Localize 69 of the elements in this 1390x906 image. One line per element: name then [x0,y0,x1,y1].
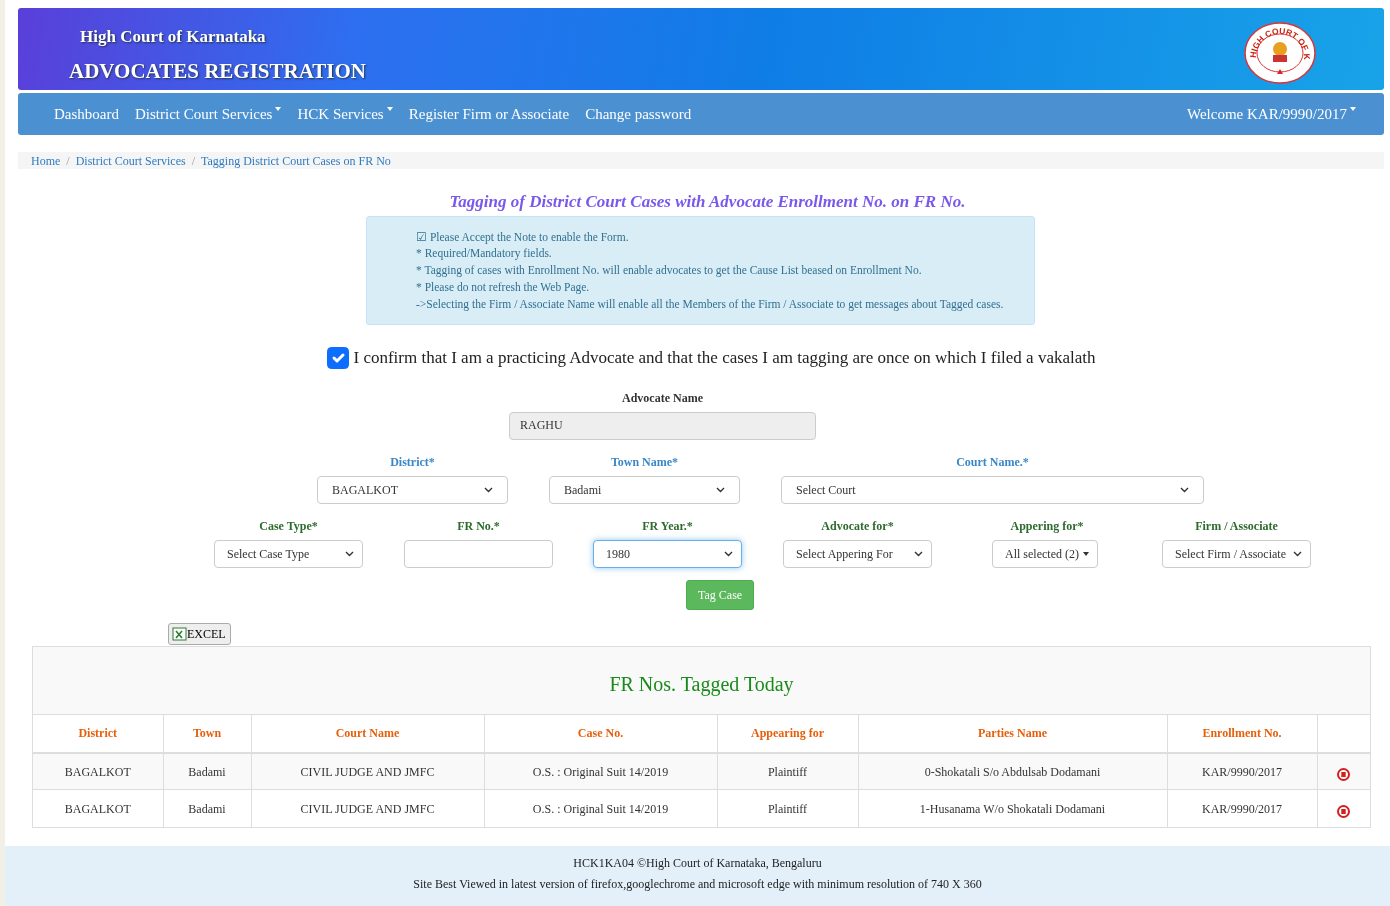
column-header: Town [163,715,251,753]
column-header: Enrollment No. [1167,715,1317,753]
field-label: Appering for* [1009,518,1085,535]
chevron-icon [716,487,725,493]
field-label: Town Name* [609,454,680,471]
field-label: Advocate Name [621,390,704,407]
table-cell: CIVIL JUDGE AND JMFC [251,753,484,790]
chevron-icon [1293,551,1302,557]
spreadsheet-icon [172,626,187,642]
footer-text: HCK1KA04 ©High Court of Karnataka, Bengaluru [572,855,823,872]
column-header: Appearing for [717,715,858,753]
chevron-icon [1180,487,1189,493]
table-cell: KAR/9990/2017 [1167,753,1317,790]
table-cell: Badami [163,790,251,827]
field-label: FR Year.* [641,518,694,535]
site-subtitle: High Court of Karnataka [80,26,267,48]
chevron-icon [914,551,923,557]
chevron-icon [345,551,354,557]
confirm-checkbox[interactable] [327,347,350,370]
breadcrumb-link[interactable]: Tagging District Court Cases on FR No [201,151,391,170]
field-label: Firm / Associate [1194,518,1279,535]
excel-button[interactable]: EXCEL [168,623,231,645]
table-cell: Badami [163,753,251,790]
note-text: * Tagging of cases with Enrollment No. will enable advocates to get the Cause List beased on Enrollment No. [416,263,923,279]
dropdown-field[interactable]: Select Appering For [783,540,932,568]
dropdown-field[interactable]: Select Court [781,476,1204,504]
table-title: FR Nos. Tagged Today [33,647,1370,715]
text-field[interactable] [404,540,553,568]
page-title: Tagging of District Court Cases with Advocate Enrollment No. on FR No. [448,191,967,213]
field-label: District* [389,454,436,471]
table-cell: KAR/9990/2017 [1167,790,1317,827]
chevron-icon [724,551,733,557]
dropdown-field[interactable]: Badami [549,476,740,504]
table-cell: CIVIL JUDGE AND JMFC [251,790,484,827]
breadcrumb-link[interactable]: Home [31,151,61,170]
table-cell: BAGALKOT [33,753,163,790]
table-cell: 0-Shokatali S/o Abdulsab Dodamani [858,753,1167,790]
breadcrumb-separator: / [65,152,71,170]
table-cell: O.S. : Original Suit 14/2019 [484,790,717,827]
table-cell: O.S. : Original Suit 14/2019 [484,753,717,790]
site-title: ADVOCATES REGISTRATION [69,57,366,85]
multiselect-button[interactable]: All selected (2) [992,540,1098,568]
table-cell: 1-Husanama W/o Shokatali Dodamani [858,790,1167,827]
table-cell: Plaintiff [717,753,858,790]
delete-icon[interactable] [1337,805,1351,819]
table-cell: BAGALKOT [33,790,163,827]
field-label: Case Type* [258,518,319,535]
confirm-label: I confirm that I am a practicing Advocate and that the cases I am tagging are once on which I filed a vakalath [353,347,1096,370]
dropdown-field[interactable]: Select Case Type [214,540,363,568]
field-label: Advocate for* [820,518,895,535]
note-text: * Required/Mandatory fields. [416,246,553,262]
dropdown-field[interactable]: Select Firm / Associate [1162,540,1311,568]
column-header: Parties Name [858,715,1167,753]
table-cell: Plaintiff [717,790,858,827]
breadcrumb-separator: / [190,152,196,170]
note-text: ->Selecting the Firm / Associate Name will enable all the Members of the Firm / Associate to get messages about Tagged cases. [416,296,1005,313]
column-header: Case No. [484,715,717,753]
chevron-icon [484,487,493,493]
footer-text: Site Best Viewed in latest version of firefox,googlechrome and microsoft edge with minimum resolution of 740 X 360 [412,876,983,893]
dropdown-field[interactable]: BAGALKOT [317,476,508,504]
column-header: District [33,715,163,753]
note-text: ☑ Please Accept the Note to enable the Form. [416,229,630,246]
column-header: Court Name [251,715,484,753]
delete-icon[interactable] [1337,768,1351,782]
field-label: Court Name.* [955,454,1030,471]
dropdown-field[interactable]: 1980 [593,540,742,568]
breadcrumb-link[interactable]: District Court Services [75,151,186,170]
field-label: FR No.* [456,518,501,535]
note-text: * Please do not refresh the Web Page. [416,279,591,296]
